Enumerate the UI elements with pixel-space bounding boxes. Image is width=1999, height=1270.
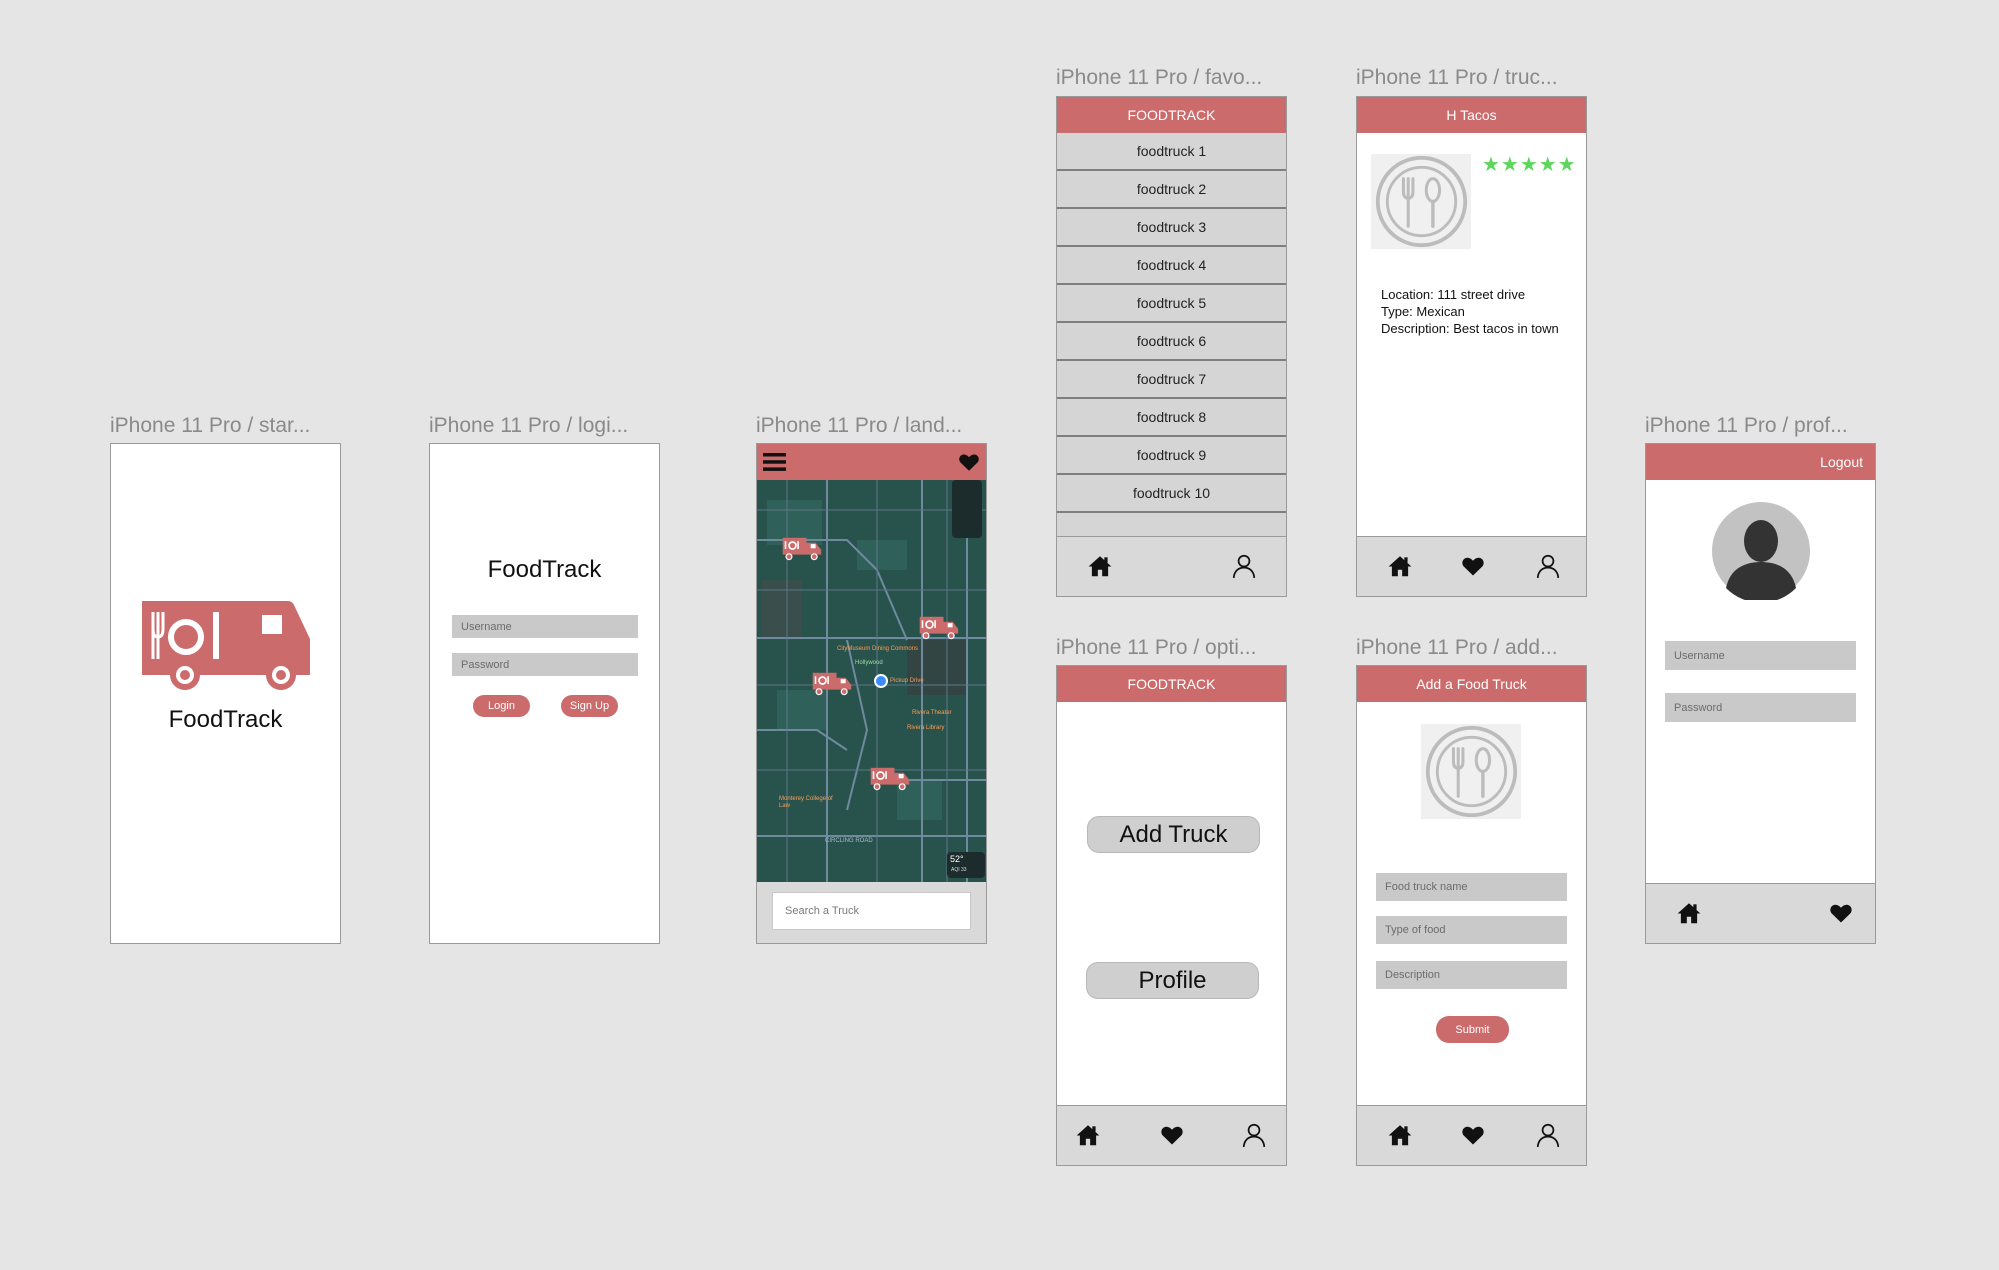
frame-label-landing: iPhone 11 Pro / land... xyxy=(756,414,963,437)
list-item[interactable]: foodtruck 10 xyxy=(1057,475,1286,513)
truck-location: Location: 111 street drive xyxy=(1381,287,1526,302)
options-screen: FOODTRACK Add Truck Profile xyxy=(1056,665,1287,1166)
map-label: CityMuseum Dining Commons xyxy=(837,646,919,652)
home-icon[interactable] xyxy=(1387,1122,1413,1148)
home-icon[interactable] xyxy=(1387,553,1413,579)
heart-icon[interactable] xyxy=(1159,1123,1185,1147)
bottom-nav xyxy=(1646,883,1875,943)
truck-screen: H Tacos ★★★★★ Location: 111 street drive… xyxy=(1356,96,1587,597)
list-item[interactable]: foodtruck 1 xyxy=(1057,133,1286,171)
avatar xyxy=(1712,502,1810,600)
truck-description: Description: Best tacos in town xyxy=(1381,321,1559,336)
submit-button[interactable]: Submit xyxy=(1436,1016,1509,1043)
frame-label-truck: iPhone 11 Pro / truc... xyxy=(1356,66,1558,89)
map-label: Pickup Drive xyxy=(890,678,924,684)
map-label: Monterey College of Law xyxy=(779,796,833,809)
list-item[interactable]: foodtruck 7 xyxy=(1057,361,1286,399)
bottom-nav xyxy=(1357,536,1586,596)
profile-header: Logout xyxy=(1646,444,1875,480)
truck-marker-4[interactable] xyxy=(870,765,912,793)
search-input[interactable]: Search a Truck xyxy=(772,892,971,930)
list-item[interactable]: foodtruck 9 xyxy=(1057,437,1286,475)
profile-button[interactable]: Profile xyxy=(1086,962,1259,999)
food-type-field[interactable]: Type of food xyxy=(1376,916,1567,944)
description-field[interactable]: Description xyxy=(1376,961,1567,989)
truck-marker-2[interactable] xyxy=(919,614,961,642)
heart-icon[interactable] xyxy=(1828,901,1854,925)
start-screen: FoodTrack xyxy=(110,443,341,944)
list-item[interactable]: foodtruck 4 xyxy=(1057,247,1286,285)
add-truck-screen: Add a Food Truck Food truck name Type of… xyxy=(1356,665,1587,1166)
username-field[interactable]: Username xyxy=(1665,641,1856,670)
aqi-readout: AQI 33 xyxy=(951,867,967,873)
map-label: CIRCLING ROAD xyxy=(825,838,873,844)
heart-icon[interactable] xyxy=(957,451,981,473)
frame-label-add: iPhone 11 Pro / add... xyxy=(1356,636,1558,659)
utensils-icon xyxy=(1374,154,1469,249)
rating-stars: ★★★★★ xyxy=(1482,154,1577,176)
food-truck-logo xyxy=(142,601,310,690)
user-icon[interactable] xyxy=(1535,553,1561,579)
truck-details: Location: 111 street drive Type: Mexican… xyxy=(1381,286,1571,337)
favorites-header: FOODTRACK xyxy=(1057,97,1286,133)
bottom-nav xyxy=(1357,1105,1586,1165)
frame-label-start: iPhone 11 Pro / star... xyxy=(110,414,311,437)
user-icon[interactable] xyxy=(1535,1122,1561,1148)
frame-label-profile: iPhone 11 Pro / prof... xyxy=(1645,414,1848,437)
password-field[interactable]: Password xyxy=(452,653,638,676)
add-header: Add a Food Truck xyxy=(1357,666,1586,702)
map-label: Hollywood xyxy=(855,660,883,666)
truck-image xyxy=(1371,154,1471,249)
profile-screen: Logout Username Password xyxy=(1645,443,1876,944)
home-icon[interactable] xyxy=(1075,1122,1101,1148)
bottom-nav xyxy=(1057,1105,1286,1165)
login-button[interactable]: Login xyxy=(473,695,530,717)
truck-type: Type: Mexican xyxy=(1381,304,1465,319)
options-header: FOODTRACK xyxy=(1057,666,1286,702)
user-icon[interactable] xyxy=(1231,553,1257,579)
heart-icon[interactable] xyxy=(1460,1123,1486,1147)
add-truck-button[interactable]: Add Truck xyxy=(1087,816,1260,853)
frame-label-options: iPhone 11 Pro / opti... xyxy=(1056,636,1257,659)
landing-screen: CityMuseum Dining Commons Pickup Drive H… xyxy=(756,443,987,944)
app-name: FoodTrack xyxy=(168,706,283,733)
heart-icon[interactable] xyxy=(1460,554,1486,578)
truck-name-field[interactable]: Food truck name xyxy=(1376,873,1567,901)
frame-label-login: iPhone 11 Pro / logi... xyxy=(429,414,629,437)
utensils-icon xyxy=(1424,724,1519,819)
weather-readout: 52° xyxy=(950,854,964,864)
menu-icon[interactable] xyxy=(763,452,786,472)
landing-header xyxy=(757,444,986,480)
favorites-screen: FOODTRACK foodtruck 1 foodtruck 2 foodtr… xyxy=(1056,96,1287,597)
map-label: Rivera Theater xyxy=(912,710,952,716)
username-field[interactable]: Username xyxy=(452,615,638,638)
home-icon[interactable] xyxy=(1087,553,1113,579)
signup-button[interactable]: Sign Up xyxy=(561,695,618,717)
login-title: FoodTrack xyxy=(487,556,602,583)
map-view[interactable]: CityMuseum Dining Commons Pickup Drive H… xyxy=(757,480,986,882)
truck-header: H Tacos xyxy=(1357,97,1586,133)
list-item[interactable]: foodtruck 2 xyxy=(1057,171,1286,209)
password-field[interactable]: Password xyxy=(1665,693,1856,722)
home-icon[interactable] xyxy=(1676,900,1702,926)
truck-marker-3[interactable] xyxy=(812,670,854,698)
bottom-nav xyxy=(1057,536,1286,596)
map-label: Rivera Library xyxy=(907,725,945,731)
login-screen: FoodTrack Username Password Login Sign U… xyxy=(429,443,660,944)
list-item[interactable]: foodtruck 8 xyxy=(1057,399,1286,437)
truck-image-upload[interactable] xyxy=(1421,724,1521,819)
user-icon[interactable] xyxy=(1241,1122,1267,1148)
list-item[interactable]: foodtruck 6 xyxy=(1057,323,1286,361)
logout-button[interactable]: Logout xyxy=(1820,454,1863,470)
list-item[interactable]: foodtruck 5 xyxy=(1057,285,1286,323)
frame-label-favorites: iPhone 11 Pro / favo... xyxy=(1056,66,1263,89)
list-item[interactable]: foodtruck 3 xyxy=(1057,209,1286,247)
truck-marker-1[interactable] xyxy=(782,535,824,563)
